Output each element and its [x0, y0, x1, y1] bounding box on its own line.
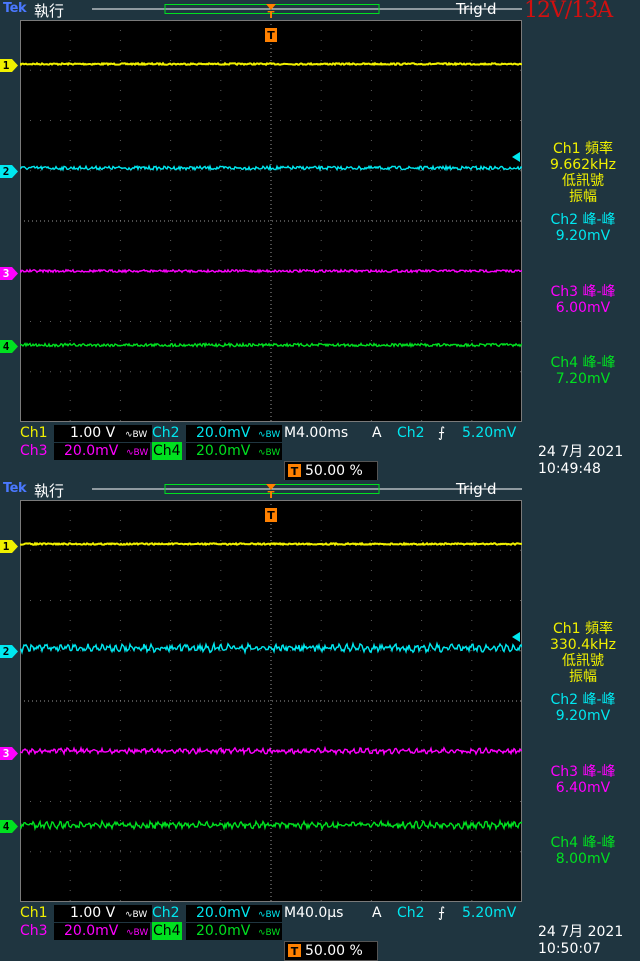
trigger-position-marker: T T — [264, 4, 278, 42]
trigger-level[interactable]: 5.20mV — [462, 424, 516, 442]
ch2-label[interactable]: Ch2 — [152, 904, 180, 922]
trigger-mode: A — [372, 905, 382, 921]
trigger-slope-icon: ⨍ — [438, 905, 446, 921]
ch1-marker[interactable]: 1 — [0, 59, 18, 72]
bw-limit-icon: ∿BW — [125, 430, 148, 440]
trigger-status: Trig'd — [456, 480, 497, 498]
ch3-scale: 20.0mV — [64, 443, 119, 459]
measurement-ch2-pk2pk: Ch2 峰-峰 9.20mV — [550, 692, 616, 724]
measurement-ch1-frequency: Ch1 頻率 9.662kHz 低訊號 振幅 — [549, 141, 617, 205]
ch2-scale: 20.0mV — [196, 905, 251, 921]
trigger-slope-icon: ⨍ — [438, 425, 446, 441]
bw-limit-icon: ∿BW — [125, 910, 148, 920]
svg-text:T: T — [267, 29, 275, 42]
ch2-scale: 20.0mV — [196, 425, 251, 441]
trigger-level-arrow — [512, 152, 520, 162]
timebase[interactable]: M40.0µs — [284, 904, 343, 922]
ch3-marker[interactable]: 3 — [0, 267, 18, 280]
ch4-scale: 20.0mV — [196, 923, 251, 939]
bw-limit-icon: ∿BW — [126, 928, 149, 938]
ch1-scale: 1.00 V — [70, 905, 116, 921]
measurement-ch1-frequency: Ch1 頻率 330.4kHz 低訊號 振幅 — [549, 621, 617, 685]
date: 24 7月 2021 — [538, 924, 624, 940]
trigger-level-arrow — [512, 632, 520, 642]
ch4-scale: 20.0mV — [196, 443, 251, 459]
run-state: 執行 — [34, 2, 65, 20]
bw-limit-icon: ∿BW — [258, 910, 281, 920]
bw-limit-icon: ∿BW — [126, 448, 149, 458]
measurement-ch3-pk2pk: Ch3 峰-峰 6.00mV — [550, 284, 616, 316]
bw-limit-icon: ∿BW — [258, 928, 281, 938]
ch4-marker[interactable]: 4 — [0, 820, 18, 833]
trigger-position-box[interactable]: T 50.00 % — [284, 461, 378, 481]
scope-panel-2: Tek 執行 Trig'd T T 1 2 3 4 Ch1 頻率 330.4kH… — [0, 480, 640, 961]
trigger-position: 50.00 % — [305, 463, 363, 479]
trigger-level[interactable]: 5.20mV — [462, 904, 516, 922]
trigger-source[interactable]: Ch2 — [397, 424, 425, 442]
bw-limit-icon: ∿BW — [258, 448, 281, 458]
ch2-label[interactable]: Ch2 — [152, 424, 180, 442]
waveform-screen — [20, 20, 522, 422]
trigger-source[interactable]: Ch2 — [397, 904, 425, 922]
svg-text:T: T — [268, 490, 275, 501]
ch4-label[interactable]: Ch4 — [152, 442, 182, 460]
time: 10:50:07 — [538, 941, 601, 957]
waveform-screen — [20, 500, 522, 902]
trigger-position-box[interactable]: T 50.00 % — [284, 941, 378, 961]
svg-text:T: T — [267, 509, 275, 522]
svg-text:T: T — [268, 10, 275, 21]
date: 24 7月 2021 — [538, 444, 624, 460]
measurement-ch4-pk2pk: Ch4 峰-峰 7.20mV — [550, 355, 616, 387]
svg-text:T: T — [291, 945, 299, 957]
svg-text:T: T — [291, 465, 299, 477]
ch2-marker[interactable]: 2 — [0, 645, 18, 658]
ch4-label[interactable]: Ch4 — [152, 922, 182, 940]
bw-limit-icon: ∿BW — [258, 430, 281, 440]
ch2-marker[interactable]: 2 — [0, 165, 18, 178]
timebase[interactable]: M4.00ms — [284, 424, 348, 442]
measurement-ch2-pk2pk: Ch2 峰-峰 9.20mV — [550, 212, 616, 244]
trigger-position-marker: T T — [264, 484, 278, 522]
ch4-marker[interactable]: 4 — [0, 340, 18, 353]
ch3-label[interactable]: Ch3 — [20, 922, 48, 940]
ch3-scale: 20.0mV — [64, 923, 119, 939]
ch3-marker[interactable]: 3 — [0, 747, 18, 760]
run-state: 執行 — [34, 482, 65, 500]
ch1-trace — [20, 541, 522, 547]
trigger-status: Trig'd — [456, 0, 497, 18]
scope-panel-1: Tek 執行 Trig'd 12V/13A T T 1 2 3 4 Ch1 頻率… — [0, 0, 640, 481]
ch1-label[interactable]: Ch1 — [20, 904, 48, 922]
ch1-label[interactable]: Ch1 — [20, 424, 48, 442]
time: 10:49:48 — [538, 461, 601, 477]
tek-logo: Tek — [3, 1, 27, 16]
overlay-title: 12V/13A — [524, 0, 613, 23]
tek-logo: Tek — [3, 481, 27, 496]
trigger-mode: A — [372, 425, 382, 441]
ch3-label[interactable]: Ch3 — [20, 442, 48, 460]
ch1-scale: 1.00 V — [70, 425, 116, 441]
measurement-ch3-pk2pk: Ch3 峰-峰 6.40mV — [550, 764, 616, 796]
measurement-ch4-pk2pk: Ch4 峰-峰 8.00mV — [550, 835, 616, 867]
ch1-marker[interactable]: 1 — [0, 540, 18, 553]
trigger-position: 50.00 % — [305, 943, 363, 959]
